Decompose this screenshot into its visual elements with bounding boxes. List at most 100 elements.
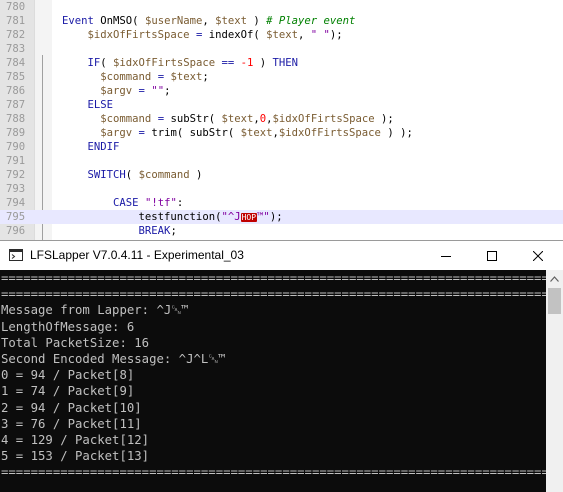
code-token: " " [310,29,330,41]
code-text: SWITCH( $command ) [62,168,203,182]
code-token: subStr( [170,113,222,125]
code-text: CASE "!tf": [62,196,183,210]
code-token: $userName [144,15,203,27]
code-text: testfunction("^JHOP™"); [62,210,283,225]
code-token: ELSE [87,99,114,111]
code-token: = [151,71,171,83]
console-line: Second Encoded Message: ^J^L␘™ [1,352,226,366]
code-token: $text [170,71,203,83]
line-number: 786 [6,85,26,97]
console-line: ========================================… [1,287,546,302]
code-token: -1 [240,57,254,69]
code-line[interactable]: 784 IF( $idxOfFirtsSpace == -1 ) THEN [0,56,563,70]
code-line[interactable]: 790 ENDIF [0,140,563,154]
code-line[interactable]: 789 $argv = trim( subStr( $text,$idxOfFi… [0,126,563,140]
maximize-button[interactable] [469,241,515,270]
code-token: ); [269,211,283,223]
code-token: # Player event [266,15,356,27]
code-token: ( [125,169,139,181]
code-line[interactable]: 782 $idxOfFirtsSpace = indexOf( $text, "… [0,28,563,42]
code-line[interactable]: 785 $command = $text; [0,70,563,84]
code-text: Event OnMSO( $userName, $text ) # Player… [62,14,355,28]
console-line: Message from Lapper: ^J␘™ [1,303,189,318]
code-token: "^J [221,211,241,223]
line-number: 796 [6,225,26,237]
minimize-button[interactable] [423,241,469,270]
scrollbar-thumb[interactable] [548,288,561,314]
code-token: , [202,15,216,27]
title-bar[interactable]: LFSLapper V7.0.4.11 - Experimental_03 [0,241,563,270]
code-text: ELSE [62,98,114,112]
code-token: , [298,29,311,41]
console-line: 4 = 129 / Packet[12] [1,433,150,447]
code-text: ENDIF [62,140,120,154]
scroll-up-button[interactable] [546,270,563,287]
line-number: 781 [6,15,26,27]
line-number: 784 [6,57,26,69]
console-line: 1 = 74 / Packet[9] [1,384,135,399]
console-line: 0 = 94 / Packet[8] [1,368,135,383]
code-token: $argv [100,127,133,139]
close-icon [533,250,543,261]
code-line[interactable]: 795 testfunction("^JHOP™"); [0,210,563,224]
code-token: ) [247,15,267,27]
code-token: $command [100,71,152,83]
code-line[interactable]: 791 [0,154,563,168]
code-line[interactable]: 780 [0,0,563,14]
code-editor[interactable]: 780 781 Event OnMSO( $userName, $text ) # … [0,0,563,240]
code-text: $command = subStr( $text,0,$idxOfFirtsSp… [62,112,394,126]
code-token: ); [329,29,343,41]
code-line[interactable]: 781 Event OnMSO( $userName, $text ) # Pla… [0,14,563,28]
code-token: ; [170,225,177,237]
code-line[interactable]: 783 [0,42,563,56]
code-token: == [215,57,241,69]
code-token: trim( subStr( [151,127,241,139]
code-token: $argv [100,85,133,97]
line-number: 787 [6,99,26,111]
code-token: THEN [272,57,299,69]
code-token: $idxOfFirtsSpace [272,113,375,125]
line-number: 783 [6,43,26,55]
code-line[interactable]: 786 $argv = ""; [0,84,563,98]
console-output[interactable]: ========================================… [0,270,546,492]
code-text: IF( $idxOfFirtsSpace == -1 ) THEN [62,56,299,70]
code-line[interactable]: 792 SWITCH( $command ) [0,168,563,182]
code-token: "" [151,85,165,97]
console-line: 2 = 94 / Packet[10] [1,400,142,415]
code-line[interactable]: 787 ELSE [0,98,563,112]
code-token: = [132,85,152,97]
code-token: ENDIF [87,141,120,153]
code-line[interactable]: 796 BREAK; [0,224,563,238]
code-token: Event [62,15,101,27]
code-token: $text [221,113,254,125]
code-token: ) ); [380,127,413,139]
code-token: CASE [113,197,139,209]
window-title: LFSLapper V7.0.4.11 - Experimental_03 [30,248,244,262]
code-text: BREAK; [62,224,177,238]
vertical-scrollbar[interactable] [546,270,563,492]
code-token: = [189,29,209,41]
code-line[interactable]: 794 CASE "!tf": [0,196,563,210]
code-token: ); [374,113,394,125]
close-button[interactable] [515,241,561,270]
code-token: ; [164,85,171,97]
console-line: ========================================… [1,465,546,480]
line-number: 792 [6,169,26,181]
code-token: ) [189,169,203,181]
code-line[interactable]: 788 $command = subStr( $text,0,$idxOfFir… [0,112,563,126]
code-token: $text [266,29,299,41]
line-number: 790 [6,141,26,153]
code-token: ) [253,57,273,69]
line-number: 780 [6,1,26,13]
code-token: $command [138,169,190,181]
line-number: 794 [6,197,26,209]
code-token: $idxOfFirtsSpace [113,57,216,69]
minimize-icon [441,255,451,257]
code-line[interactable]: 793 [0,182,563,196]
